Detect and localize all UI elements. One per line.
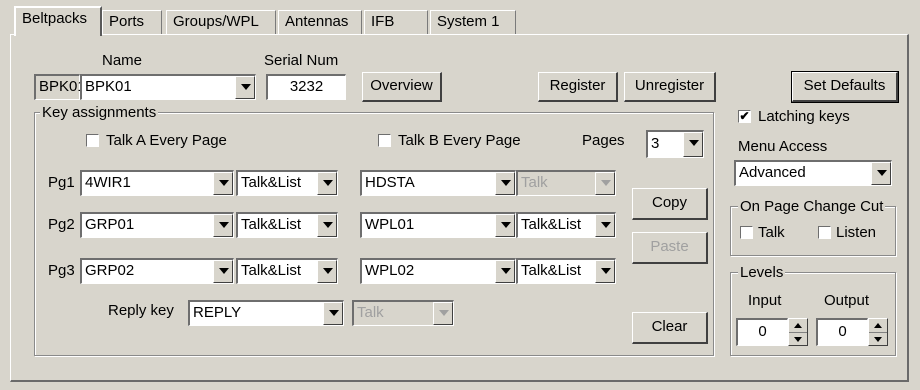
pg1-key-a-mode-value: Talk&List [241,174,302,191]
pg1-key-a-value: 4WIR1 [85,174,131,191]
pg2-key-a-value: GRP01 [85,216,135,233]
chevron-down-icon[interactable] [495,172,515,195]
pg3-key-b-value: WPL02 [365,262,415,279]
input-label: Input [748,292,782,309]
latching-keys-label: Latching keys [758,108,850,125]
chevron-down-icon[interactable] [213,172,233,195]
cut-listen-label: Listen [836,224,877,241]
reply-key-value: REPLY [193,304,242,321]
pg1-key-b-mode-combo: Talk [516,170,616,196]
unregister-button[interactable]: Unregister [624,72,716,102]
pg1-key-b-value: HDSTA [365,174,415,191]
input-level-field[interactable]: 0 [736,318,788,346]
latching-keys-checkbox[interactable]: ✔ [738,110,751,123]
pg2-key-b-mode-combo[interactable]: Talk&List [516,212,616,238]
chevron-down-icon[interactable] [317,260,337,283]
chevron-down-icon[interactable] [683,132,703,157]
reply-mode-combo: Talk [352,300,454,326]
tab-system-1[interactable]: System 1 [430,10,516,34]
name-label: Name [102,52,143,69]
input-level-spinner[interactable] [788,318,808,346]
chevron-up-icon[interactable] [789,319,807,332]
page-row-label: Pg2 [48,216,75,233]
pg2-key-a-combo[interactable]: GRP01 [80,212,234,238]
pg1-key-b-mode-value: Talk [521,174,548,191]
chevron-down-icon[interactable] [317,172,337,195]
pages-value: 3 [651,135,660,152]
chevron-down-icon[interactable] [213,260,233,283]
reply-key-combo[interactable]: REPLY [188,300,344,326]
pg3-key-a-value: GRP02 [85,262,135,279]
pg2-key-b-combo[interactable]: WPL01 [360,212,516,238]
menu-access-value: Advanced [739,164,806,181]
set-defaults-button[interactable]: Set Defaults [791,71,899,103]
pg3-key-a-mode-combo[interactable]: Talk&List [236,258,338,284]
cut-talk-checkbox[interactable] [740,226,753,239]
pg2-key-a-mode-combo[interactable]: Talk&List [236,212,338,238]
talk-a-every-page-checkbox[interactable] [86,134,99,147]
talk-a-every-page-label: Talk A Every Page [106,132,227,149]
pages-label: Pages [582,132,625,149]
chevron-down-icon [433,302,453,325]
chevron-down-icon[interactable] [213,214,233,237]
pg3-key-b-mode-value: Talk&List [521,262,582,279]
serial-label: Serial Num [264,52,339,69]
name-combo[interactable]: BPK01 [80,74,256,100]
pg2-key-b-value: WPL01 [365,216,415,233]
cut-listen-checkbox[interactable] [818,226,831,239]
chevron-down-icon[interactable] [789,332,807,345]
key-assignments-title: Key assignments [40,104,159,122]
talk-b-every-page-checkbox[interactable] [378,134,391,147]
output-label: Output [824,292,870,309]
serial-field[interactable]: 3232 [266,74,346,100]
tab-ports[interactable]: Ports [102,10,162,34]
output-level-field[interactable]: 0 [816,318,868,346]
chevron-down-icon[interactable] [495,260,515,283]
chevron-down-icon[interactable] [595,260,615,283]
pg1-key-a-mode-combo[interactable]: Talk&List [236,170,338,196]
tab-ifb[interactable]: IFB [364,10,428,34]
tab-strip: Beltpacks Ports Groups/WPL Antennas IFB … [0,0,920,36]
register-button[interactable]: Register [538,72,618,102]
cut-talk-label: Talk [758,224,785,241]
pages-combo[interactable]: 3 [646,130,704,158]
tab-beltpacks[interactable]: Beltpacks [14,6,102,36]
tab-antennas[interactable]: Antennas [278,10,362,34]
reply-key-label: Reply key [108,302,174,319]
pg2-key-a-mode-value: Talk&List [241,216,302,233]
pg3-key-a-mode-value: Talk&List [241,262,302,279]
beltpack-id: BPK01 [34,74,86,100]
overview-button[interactable]: Overview [362,72,442,102]
pg2-key-b-mode-value: Talk&List [521,216,582,233]
chevron-down-icon[interactable] [869,332,887,345]
page-row-label: Pg1 [48,174,75,191]
on-page-change-cut-title: On Page Change Cut [738,198,886,216]
chevron-down-icon[interactable] [595,214,615,237]
chevron-down-icon[interactable] [495,214,515,237]
name-value: BPK01 [85,78,132,95]
chevron-down-icon[interactable] [871,162,891,185]
chevron-up-icon[interactable] [869,319,887,332]
page-row-label: Pg3 [48,262,75,279]
chevron-down-icon [595,172,615,195]
clear-button[interactable]: Clear [632,312,708,344]
levels-title: Levels [738,264,786,282]
menu-access-label: Menu Access [738,138,828,155]
pg3-key-b-combo[interactable]: WPL02 [360,258,516,284]
talk-b-every-page-label: Talk B Every Page [398,132,521,149]
pg1-key-b-combo[interactable]: HDSTA [360,170,516,196]
pg3-key-a-combo[interactable]: GRP02 [80,258,234,284]
chevron-down-icon[interactable] [317,214,337,237]
pg3-key-b-mode-combo[interactable]: Talk&List [516,258,616,284]
reply-mode-value: Talk [357,304,384,321]
menu-access-combo[interactable]: Advanced [734,160,892,186]
output-level-spinner[interactable] [868,318,888,346]
chevron-down-icon[interactable] [323,302,343,325]
paste-button: Paste [632,232,708,264]
tab-groups-wpl[interactable]: Groups/WPL [166,10,276,34]
chevron-down-icon[interactable] [235,76,255,99]
pg1-key-a-combo[interactable]: 4WIR1 [80,170,234,196]
copy-button[interactable]: Copy [632,188,708,220]
